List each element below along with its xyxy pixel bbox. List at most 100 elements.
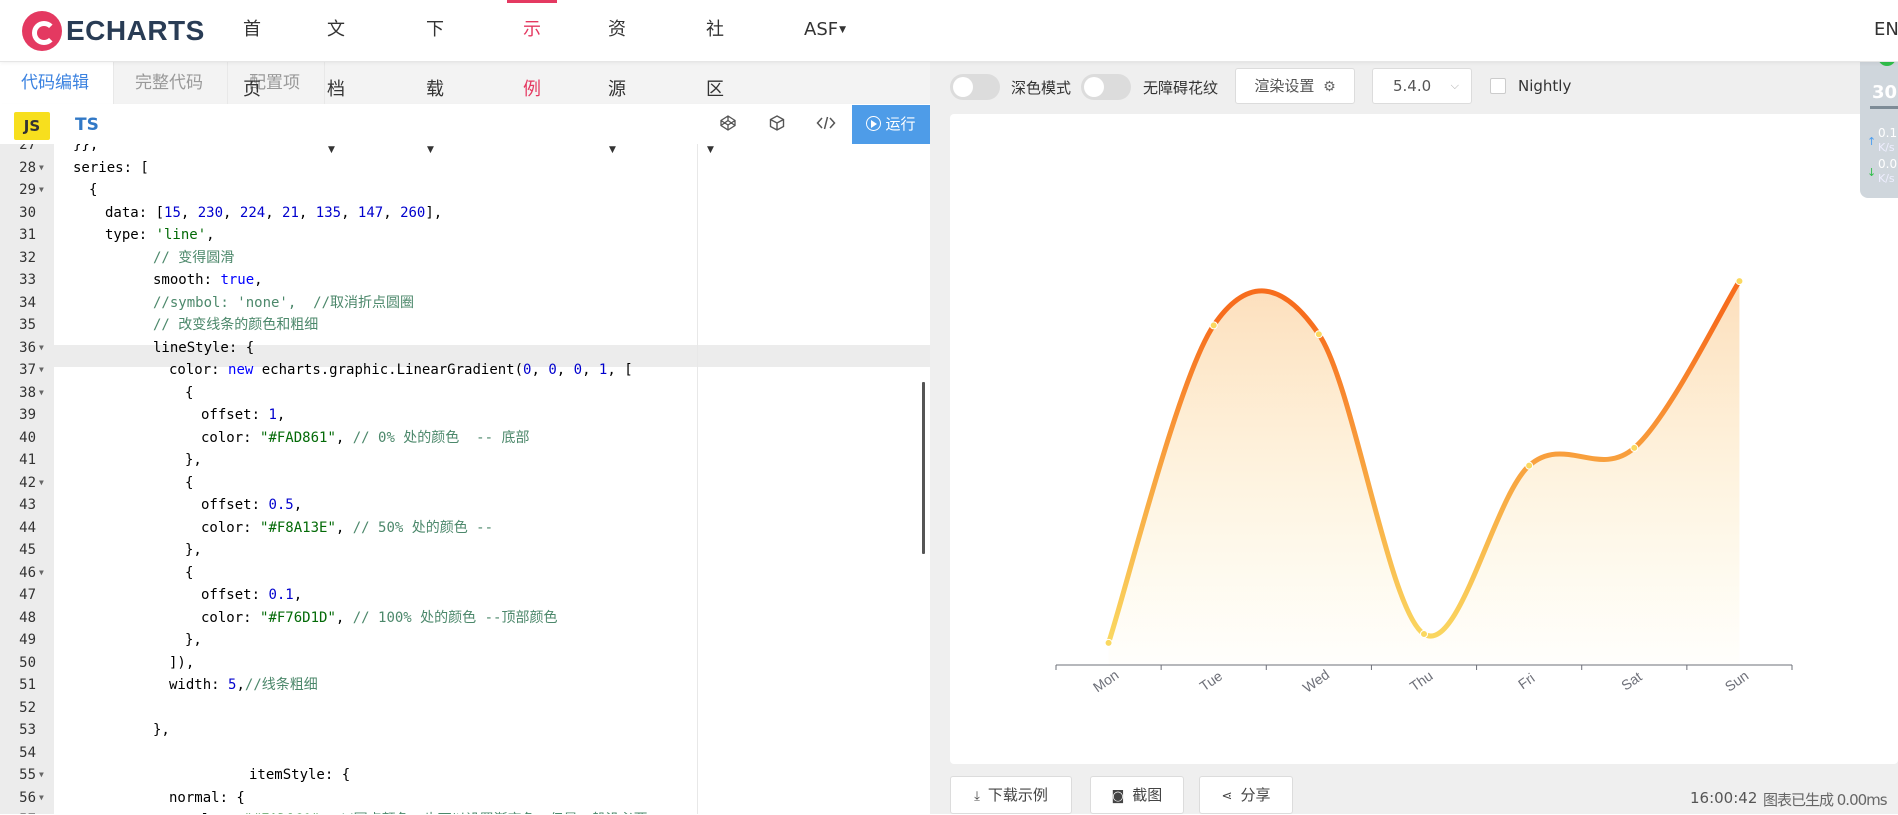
x-axis-label: Sun	[1722, 667, 1752, 694]
code-text: color: new echarts.graphic.LinearGradien…	[169, 362, 633, 378]
code-text: width: 5,//线条粗细	[169, 677, 318, 693]
fold-toggle-icon[interactable]: ▼	[39, 787, 44, 809]
code-line: 38 ▼ {	[0, 382, 930, 404]
code-line: 50]),	[0, 652, 930, 674]
echarts-logo[interactable]: ECHARTS	[22, 10, 205, 52]
fold-toggle-icon[interactable]: ▼	[39, 562, 44, 584]
camera-icon: ◙	[1111, 789, 1125, 804]
nav-item-2[interactable]: 下载 ▼	[426, 0, 444, 155]
fold-toggle-icon[interactable]: ▼	[39, 472, 44, 494]
nav-item-3[interactable]: 示例	[507, 0, 557, 100]
embed-code-icon[interactable]	[815, 114, 837, 136]
data-point	[1735, 277, 1744, 286]
line-number: 36	[19, 339, 36, 356]
code-line: 51 width: 5,//线条粗细	[0, 674, 930, 696]
code-line: 36 ▼ lineStyle: {	[0, 337, 930, 359]
run-button[interactable]: 运行	[852, 105, 930, 144]
line-number: 35	[19, 317, 36, 333]
line-number: 39	[19, 407, 36, 423]
nav-item-1[interactable]: 文档 ▼	[327, 0, 345, 155]
code-line: 57 color: "#FAD860", //圆点颜色，也可以设置渐变色，但是一般…	[0, 809, 930, 814]
fold-toggle-icon[interactable]: ▼	[39, 337, 44, 359]
nav-item-5[interactable]: 社区 ▼	[706, 0, 724, 155]
chart-container[interactable]: Mon Tue Wed Thu Fri Sat Sun	[950, 114, 1898, 764]
line-number: 57	[0, 809, 36, 814]
fold-toggle-icon[interactable]: ▼	[39, 764, 44, 786]
codesandbox-icon[interactable]	[766, 114, 788, 136]
code-line: 43 offset: 0.5,	[0, 494, 930, 516]
nav-item-4[interactable]: 资源 ▼	[608, 0, 626, 155]
editor-tab-0[interactable]: 代码编辑	[0, 62, 114, 104]
code-line: 39 offset: 1,	[0, 404, 930, 426]
data-point	[1209, 321, 1218, 330]
fold-toggle-icon[interactable]: ▼	[39, 382, 44, 404]
caret-down-icon: ▼	[427, 145, 434, 155]
code-line: 31 type: 'line',	[0, 224, 930, 246]
nav-item-label: 资源	[608, 19, 626, 100]
line-number: 34	[19, 294, 36, 311]
monitor-percent: 30	[1872, 82, 1898, 103]
line-number: 53	[19, 722, 36, 738]
download-example-button[interactable]: ⤓ 下载示例	[950, 776, 1072, 814]
code-text: //symbol: 'none', //取消折点圆圈	[153, 294, 415, 311]
dark-mode-toggle[interactable]	[950, 74, 1000, 100]
code-line: 49},	[0, 629, 930, 651]
code-line: 30 data: [15, 230, 224, 21, 135, 147, 260…	[0, 202, 930, 224]
code-area[interactable]: 27}}, 28 ▼ series: [29 ▼{30 data: [15, 230, 2…	[0, 144, 930, 814]
line-number: 31	[19, 227, 36, 243]
nav-item-label: 示例	[523, 19, 541, 100]
version-select[interactable]: 5.4.0 ⌵	[1372, 68, 1472, 104]
line-number: 49	[19, 632, 36, 648]
caret-down-icon: ▼	[707, 145, 714, 155]
render-timestamp: 16:00:42	[1690, 789, 1758, 807]
code-text: offset: 0.5,	[201, 497, 303, 513]
code-text: lineStyle: {	[153, 339, 255, 356]
editor-scrollbar[interactable]	[922, 382, 925, 554]
lang-ts-button[interactable]: TS	[75, 115, 99, 135]
line-number: 27	[19, 144, 36, 153]
screenshot-button[interactable]: ◙ 截图	[1090, 776, 1184, 814]
nav-item-label: 社区	[706, 19, 724, 100]
line-number: 54	[19, 744, 36, 761]
code-text: },	[185, 632, 202, 648]
code-text: },	[153, 722, 170, 738]
code-line: 44 color: "#F8A13E", // 50% 处的颜色 --	[0, 517, 930, 539]
line-number: 40	[19, 429, 36, 446]
nightly-checkbox[interactable]	[1490, 78, 1506, 94]
download-arrow-icon: ↓	[1867, 166, 1877, 179]
nav-item-0[interactable]: 首页	[243, 0, 261, 100]
code-line: 29 ▼ {	[0, 179, 930, 201]
code-text: ]),	[169, 654, 195, 671]
language-switch[interactable]: EN	[1874, 19, 1898, 40]
chevron-down-icon: ⌵	[1450, 79, 1459, 92]
data-point	[1630, 443, 1639, 452]
fold-toggle-icon[interactable]: ▼	[39, 179, 44, 201]
gear-icon: ⚙	[1323, 79, 1336, 95]
code-text: // 改变线条的颜色和粗细	[153, 317, 319, 333]
code-line: 48 color: "#F76D1D", // 100% 处的颜色 --顶部颜色	[0, 607, 930, 629]
share-button[interactable]: ⋖ 分享	[1199, 776, 1293, 814]
download-rate: 0.0	[1878, 157, 1898, 171]
nav-item-6[interactable]: ASF▼	[804, 0, 846, 62]
code-text: type: 'line',	[105, 227, 215, 243]
code-text: series: [	[73, 159, 149, 176]
download-icon: ⤓	[974, 789, 980, 804]
code-line: 45},	[0, 539, 930, 561]
line-number: 32	[19, 249, 36, 266]
code-line: 28 ▼ series: [	[0, 157, 930, 179]
line-number: 52	[19, 699, 36, 716]
fold-toggle-icon[interactable]: ▼	[39, 157, 44, 179]
lang-js-button[interactable]: JS	[14, 112, 50, 140]
code-line: 27}},	[0, 144, 930, 156]
code-line: 56 ▼ normal: {	[0, 787, 930, 809]
x-axis-label: Sat	[1618, 668, 1644, 693]
upload-unit: K/s	[1878, 141, 1895, 154]
nav-item-label: 首页	[243, 19, 261, 100]
caret-down-icon: ▼	[839, 25, 847, 35]
code-text: offset: 0.1,	[201, 587, 303, 603]
a11y-pattern-toggle[interactable]	[1081, 74, 1131, 100]
chart-area-fill	[1108, 281, 1740, 665]
render-settings-button[interactable]: 渲染设置 ⚙	[1235, 68, 1355, 104]
fold-toggle-icon[interactable]: ▼	[39, 359, 44, 381]
editor-tab-1[interactable]: 完整代码	[114, 62, 228, 104]
